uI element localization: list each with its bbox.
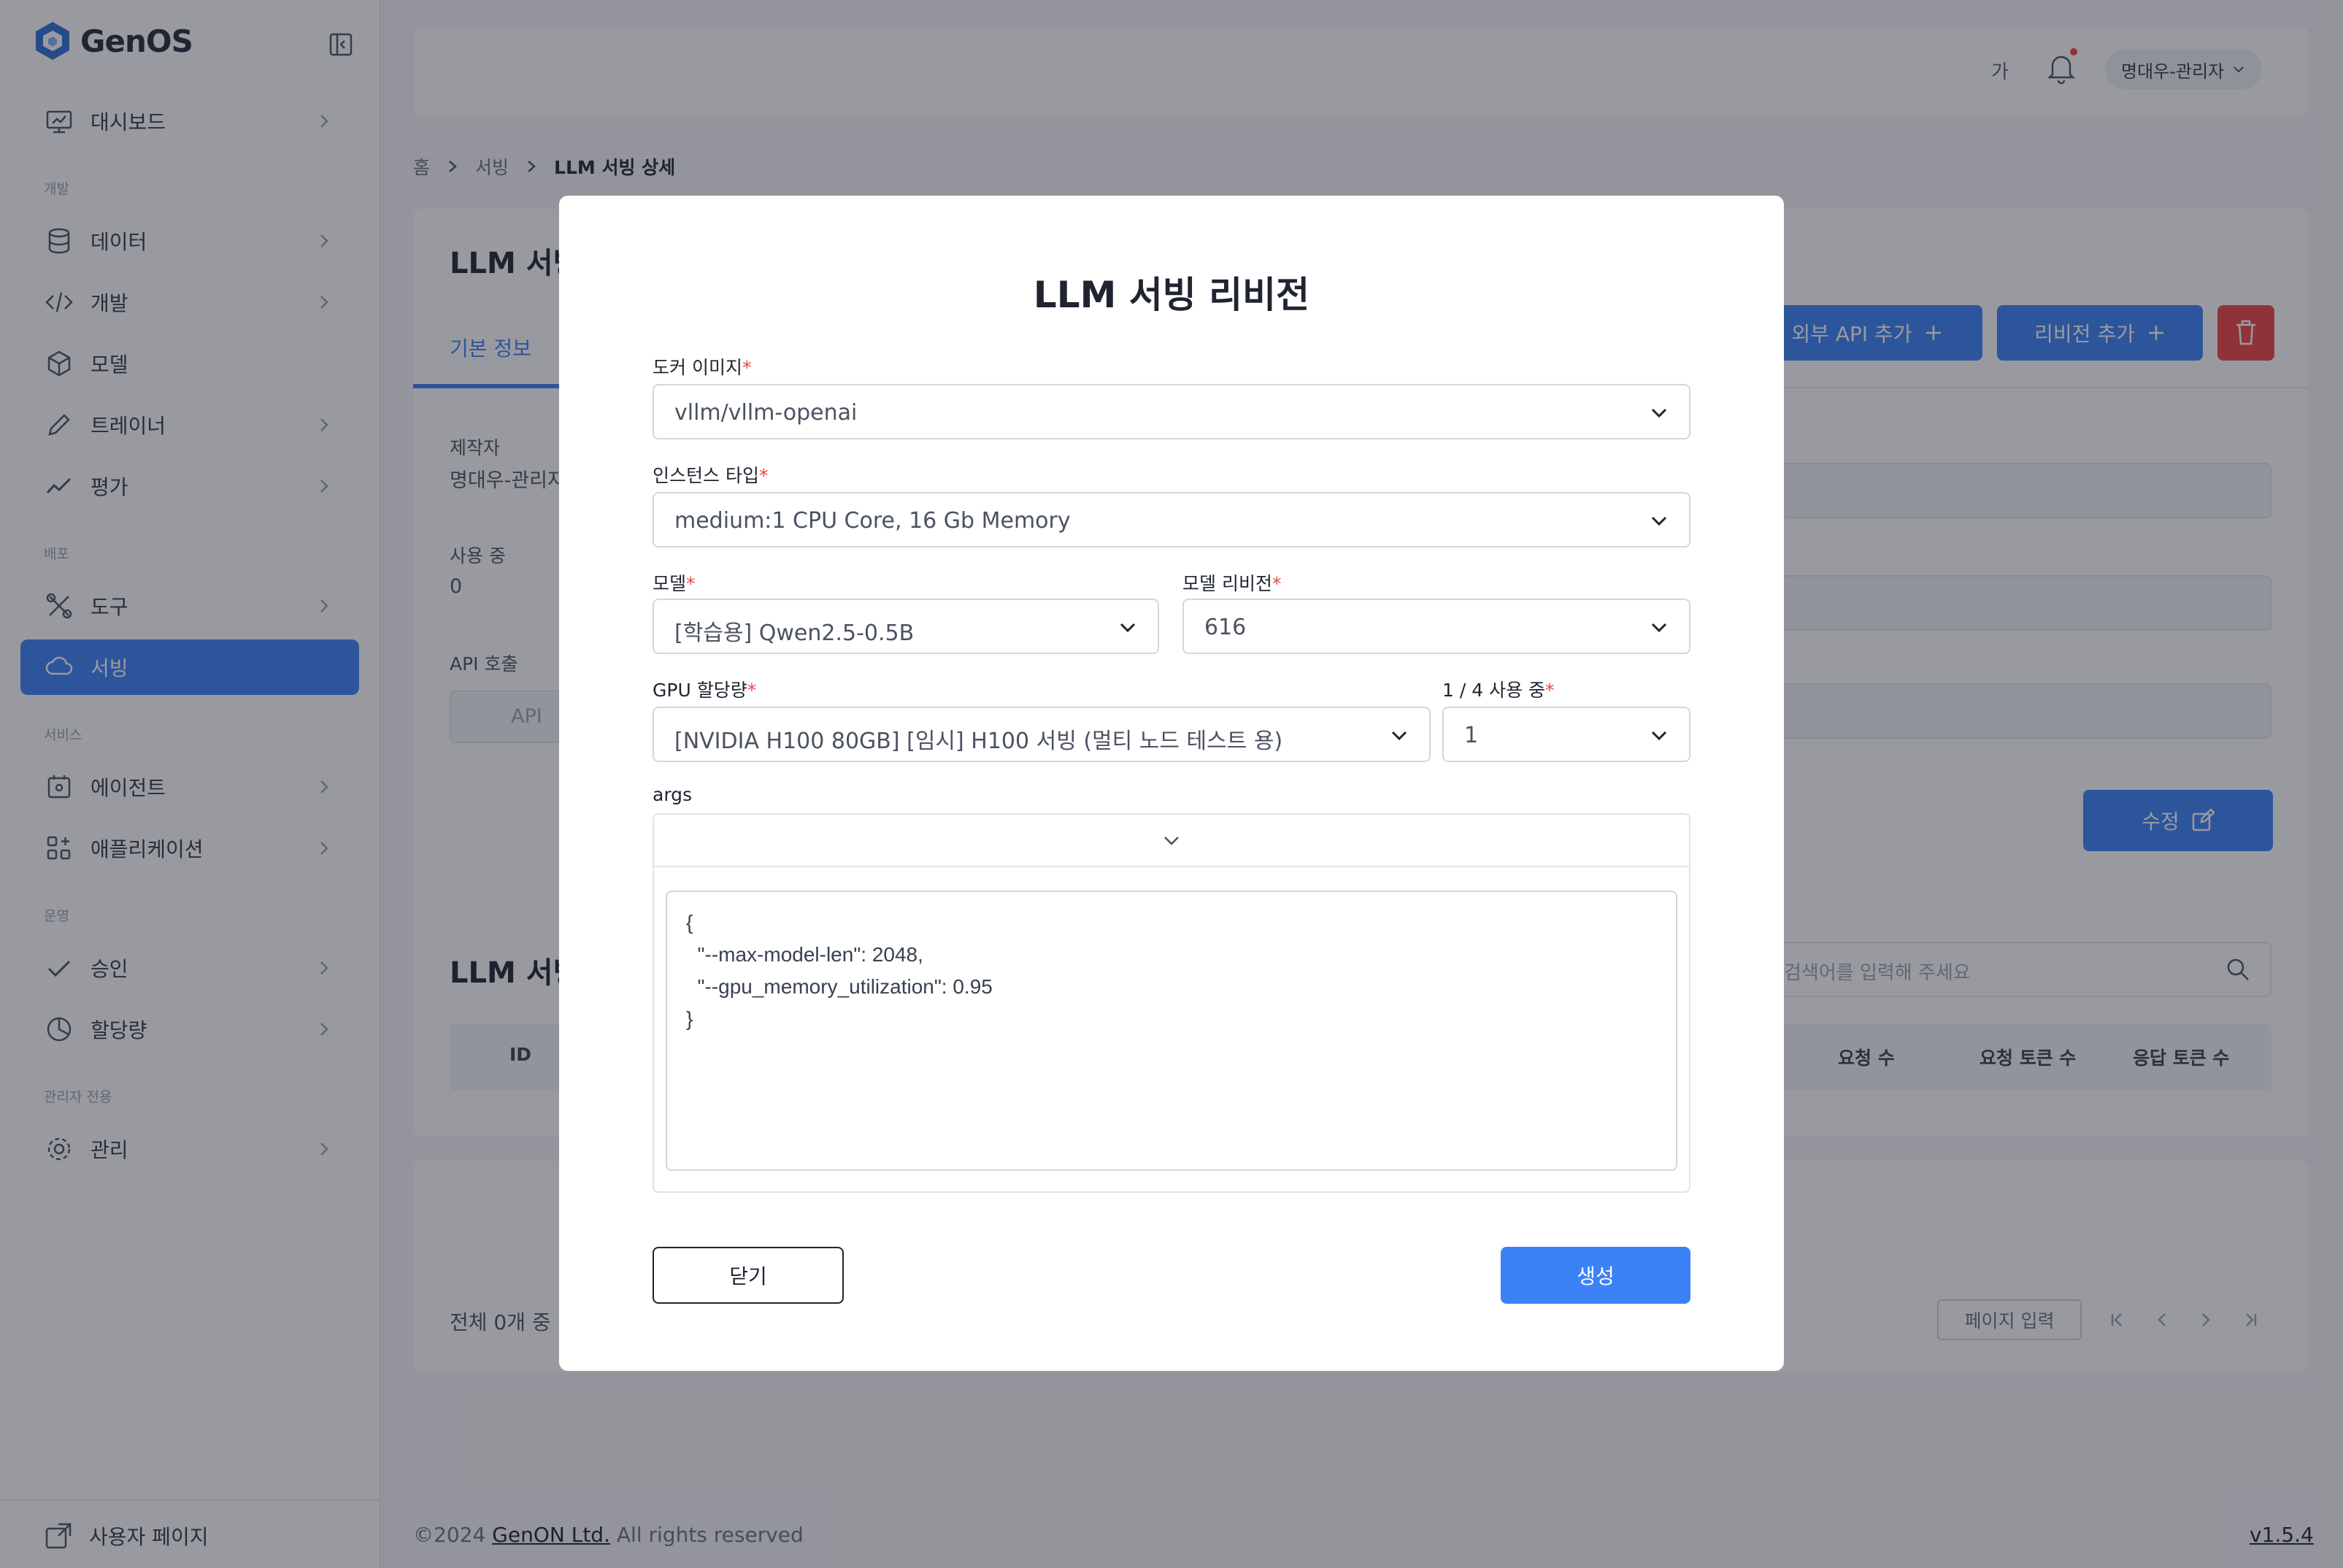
gpu-usage-label: 1 / 4 사용 중* (1442, 676, 1555, 702)
required-mark: * (742, 357, 752, 378)
required-mark: * (1271, 573, 1282, 594)
modal-title: LLM 서빙 리비전 (1033, 274, 1310, 316)
docker-image-select[interactable]: vllm/vllm-openai (653, 384, 1690, 439)
required-mark: * (1545, 680, 1555, 701)
gpu-alloc-label: GPU 할당량* (653, 676, 756, 702)
args-toggle[interactable] (654, 815, 1689, 867)
required-mark: * (686, 573, 696, 594)
gpu-count-select[interactable]: 1 (1442, 707, 1690, 762)
close-button[interactable]: 닫기 (653, 1247, 844, 1304)
model-select[interactable]: [학습용] Qwen2.5-0.5B (653, 599, 1159, 654)
gpu-alloc-label-text: GPU 할당량 (653, 680, 747, 701)
instance-type-select[interactable]: medium:1 CPU Core, 16 Gb Memory (653, 492, 1690, 547)
args-label: args (653, 784, 693, 805)
model-revision-select[interactable]: 616 (1182, 599, 1690, 654)
chevron-down-icon (1651, 731, 1667, 741)
chevron-down-icon (1651, 516, 1667, 526)
model-revision-value: 616 (1204, 615, 1247, 640)
required-mark: * (758, 465, 769, 486)
instance-type-label-text: 인스턴스 타입 (653, 465, 759, 486)
gpu-usage-label-text: 1 / 4 사용 중 (1442, 680, 1546, 701)
instance-type-value: medium:1 CPU Core, 16 Gb Memory (674, 508, 1071, 534)
gpu-alloc-select[interactable]: [NVIDIA H100 80GB] [임시] H100 서빙 (멀티 노드 테… (653, 707, 1431, 762)
docker-image-label: 도커 이미지* (653, 353, 751, 380)
args-editor[interactable]: { "--max-model-len": 2048, "--gpu_memory… (666, 891, 1677, 1171)
chevron-down-icon (1120, 623, 1136, 633)
chevron-down-icon (1164, 837, 1179, 845)
model-label: 모델* (653, 569, 696, 596)
revision-modal: LLM 서빙 리비전 도커 이미지* vllm/vllm-openai 인스턴스… (559, 196, 1784, 1371)
docker-image-label-text: 도커 이미지 (653, 357, 742, 378)
gpu-alloc-value: [NVIDIA H100 80GB] [임시] H100 서빙 (멀티 노드 테… (674, 729, 1283, 754)
model-label-text: 모델 (653, 573, 687, 594)
model-value: [학습용] Qwen2.5-0.5B (674, 620, 915, 646)
model-revision-label-text: 모델 리비전 (1182, 573, 1272, 594)
chevron-down-icon (1391, 731, 1407, 741)
required-mark: * (747, 680, 757, 701)
args-panel: { "--max-model-len": 2048, "--gpu_memory… (653, 813, 1690, 1193)
model-revision-label: 모델 리비전* (1182, 569, 1281, 596)
docker-image-value: vllm/vllm-openai (674, 400, 858, 426)
instance-type-label: 인스턴스 타입* (653, 461, 768, 488)
chevron-down-icon (1651, 623, 1667, 633)
gpu-count-value: 1 (1464, 723, 1479, 748)
create-button[interactable]: 생성 (1501, 1247, 1690, 1304)
chevron-down-icon (1651, 408, 1667, 418)
